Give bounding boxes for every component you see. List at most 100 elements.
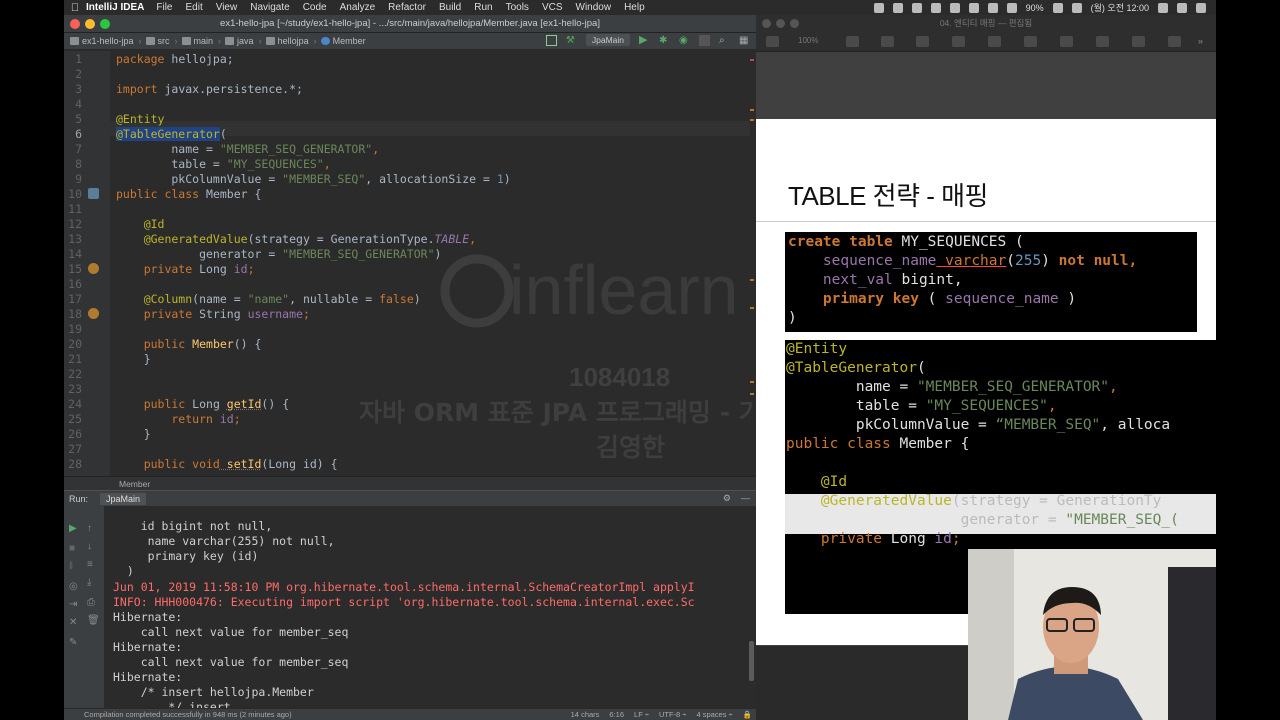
spotlight-icon[interactable] <box>1158 2 1168 13</box>
maximize-window-button[interactable] <box>100 19 110 29</box>
debug-icon[interactable]: ✱ <box>659 35 670 46</box>
indent-setting[interactable]: 4 spaces ÷ <box>696 710 732 719</box>
status-message[interactable]: Compilation completed successfully in 94… <box>84 710 292 719</box>
menu-edit[interactable]: Edit <box>185 2 202 13</box>
soft-wrap-icon[interactable]: ≡ <box>87 560 97 570</box>
breadcrumb-project[interactable]: ex1-hello-jpa › <box>70 36 142 46</box>
trash-icon[interactable]: 🗑 <box>87 616 100 626</box>
menu-refactor[interactable]: Refactor <box>388 2 426 13</box>
warning-marker[interactable] <box>750 279 754 281</box>
error-marker[interactable] <box>750 59 754 61</box>
sql-code-box[interactable]: create table MY_SEQUENCES ( sequence_nam… <box>785 232 1197 332</box>
input-source-icon[interactable] <box>1071 2 1082 13</box>
run-icon[interactable]: ▶ <box>639 34 650 46</box>
stop-icon[interactable] <box>699 34 710 46</box>
line-separator[interactable]: LF ÷ <box>634 710 649 719</box>
rerun-icon[interactable]: ▶ <box>69 524 79 534</box>
scroll-to-end-icon[interactable]: ⤓ <box>87 578 97 588</box>
print-icon[interactable]: ⎙ <box>87 598 97 608</box>
code-editor[interactable]: 1 2 3 4 5 6 7 8 9 10 11 12 13 14 15 16 1… <box>64 51 756 476</box>
menu-run[interactable]: Run <box>474 2 492 13</box>
battery-icon[interactable] <box>1052 2 1063 13</box>
chart-icon[interactable] <box>988 36 1001 47</box>
user-icon[interactable] <box>1177 2 1187 13</box>
sync-icon[interactable] <box>930 2 941 13</box>
coverage-icon[interactable]: ◉ <box>679 35 690 46</box>
maximize-window-button[interactable] <box>790 19 799 28</box>
play-icon[interactable] <box>881 36 894 47</box>
breadcrumb-package[interactable]: hellojpa › <box>265 36 317 46</box>
console-output[interactable]: id bigint not null, name varchar(255) no… <box>104 506 756 708</box>
caret-position[interactable]: 6:16 <box>609 710 624 719</box>
warning-marker[interactable] <box>750 307 754 309</box>
menu-window[interactable]: Window <box>576 2 612 13</box>
add-slide-icon[interactable] <box>846 36 859 47</box>
warning-marker[interactable] <box>750 381 754 383</box>
menu-analyze[interactable]: Analyze <box>340 2 376 13</box>
cloud-icon[interactable] <box>949 2 960 13</box>
breadcrumb-java[interactable]: java › <box>225 36 262 46</box>
db-column-gutter-icon[interactable] <box>88 263 99 274</box>
apple-icon[interactable]:  <box>64 2 86 14</box>
menu-file[interactable]: File <box>156 2 172 13</box>
console-scrollbar[interactable] <box>749 641 754 681</box>
shape-icon[interactable] <box>1060 36 1073 47</box>
menu-help[interactable]: Help <box>624 2 645 13</box>
clock[interactable]: (월) 오전 12:00 <box>1091 1 1149 14</box>
format-icon[interactable] <box>1168 36 1181 47</box>
menu-view[interactable]: View <box>216 2 238 13</box>
comment-icon[interactable] <box>1132 36 1145 47</box>
close-icon[interactable]: ✕ <box>69 618 79 628</box>
table-icon[interactable] <box>952 36 965 47</box>
breadcrumb-main[interactable]: main › <box>181 36 221 46</box>
file-encoding[interactable]: UTF-8 ÷ <box>659 710 686 719</box>
minimize-panel-icon[interactable]: — <box>741 493 750 504</box>
dropbox-icon[interactable] <box>873 2 884 13</box>
text-icon[interactable] <box>1024 36 1037 47</box>
pin-icon[interactable]: ✎ <box>69 638 79 648</box>
build-icon[interactable]: ⚒ <box>566 35 577 46</box>
pause-icon[interactable]: ‖ <box>69 562 79 572</box>
warning-marker[interactable] <box>750 109 754 111</box>
run-config-select[interactable]: JpaMain <box>585 34 630 46</box>
more-icon[interactable]: » <box>1198 36 1206 47</box>
editor-error-stripe[interactable] <box>750 59 754 469</box>
close-window-button[interactable] <box>70 19 80 29</box>
restore-layout-icon[interactable]: ⇥ <box>69 600 79 610</box>
screen-icon[interactable] <box>892 2 903 13</box>
lock-icon[interactable]: 🔒 <box>743 710 752 719</box>
menu-vcs[interactable]: VCS <box>542 2 563 13</box>
bluetooth-icon[interactable] <box>968 2 979 13</box>
structure-icon[interactable]: ▦ <box>739 35 750 46</box>
warning-marker[interactable] <box>750 393 754 395</box>
view-icon[interactable] <box>766 36 779 47</box>
menu-tools[interactable]: Tools <box>506 2 529 13</box>
camera-icon[interactable]: ◎ <box>69 582 79 592</box>
stop-icon[interactable]: ■ <box>69 544 79 554</box>
search-icon[interactable]: ⌕ <box>719 35 730 46</box>
google-icon[interactable] <box>911 2 922 13</box>
db-column-gutter-icon[interactable] <box>88 308 99 319</box>
project-structure-icon[interactable] <box>545 34 557 46</box>
media-icon[interactable] <box>1096 36 1109 47</box>
notification-center-icon[interactable] <box>1196 2 1206 13</box>
minimize-window-button[interactable] <box>85 19 95 29</box>
warning-marker[interactable] <box>750 119 754 121</box>
run-tab-jpamain[interactable]: JpaMain <box>100 492 147 505</box>
menu-code[interactable]: Code <box>303 2 327 13</box>
class-gutter-icon[interactable] <box>88 188 99 199</box>
breadcrumb-src[interactable]: src › <box>145 36 178 46</box>
wifi-icon[interactable] <box>987 2 998 13</box>
menu-build[interactable]: Build <box>439 2 461 13</box>
minimize-window-button[interactable] <box>776 19 785 28</box>
scroll-up-icon[interactable]: ↑ <box>87 524 97 534</box>
volume-icon[interactable] <box>1006 2 1017 13</box>
close-window-button[interactable] <box>762 19 771 28</box>
editor-breadcrumb-footer[interactable]: Member <box>64 476 756 490</box>
breadcrumb-class[interactable]: Member <box>320 36 366 46</box>
app-menu[interactable]: IntelliJ IDEA <box>86 2 144 13</box>
scroll-down-icon[interactable]: ↓ <box>87 542 97 552</box>
keynote-live-icon[interactable] <box>916 36 929 47</box>
settings-gear-icon[interactable]: ⚙ <box>723 493 731 504</box>
menu-navigate[interactable]: Navigate <box>250 2 289 13</box>
